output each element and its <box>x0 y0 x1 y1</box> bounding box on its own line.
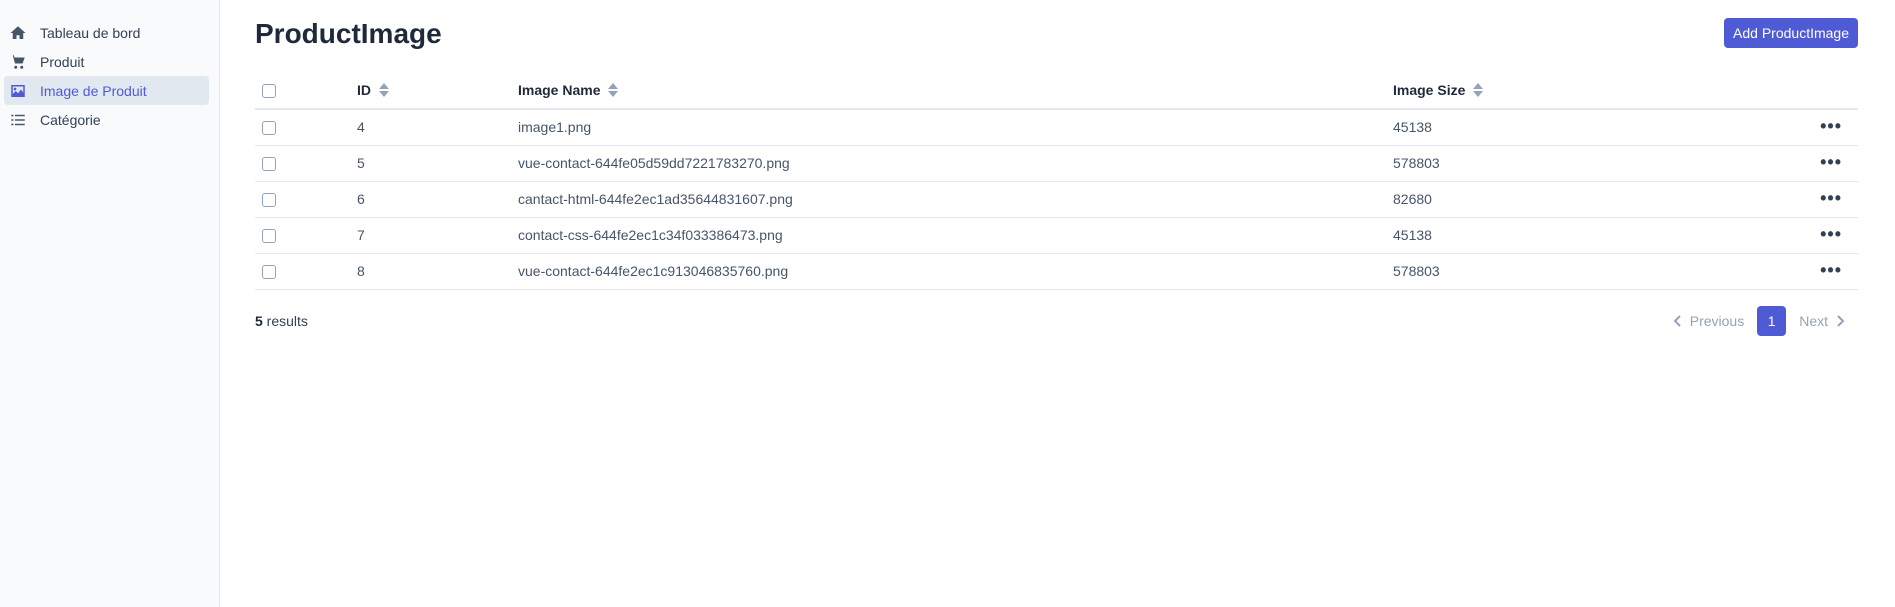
column-header-image-name: Image Name <box>518 81 601 98</box>
cell-id: 5 <box>357 155 365 171</box>
image-icon <box>8 81 28 101</box>
table-row: 8 vue-contact-644fe2ec1c913046835760.png… <box>255 253 1858 289</box>
sidebar-item-category[interactable]: Catégorie <box>4 105 209 134</box>
previous-label: Previous <box>1689 313 1745 329</box>
cell-image-size: 45138 <box>1393 227 1432 243</box>
column-header-image-size: Image Size <box>1393 81 1466 98</box>
row-checkbox[interactable] <box>262 157 276 172</box>
results-label: results <box>262 313 308 329</box>
more-actions-icon[interactable]: ••• <box>1820 117 1842 135</box>
more-actions-icon[interactable]: ••• <box>1820 153 1842 171</box>
sidebar-item-product[interactable]: Produit <box>4 47 209 76</box>
data-table: ID Image Name Image Size 4 image1.png 45… <box>255 71 1858 290</box>
cell-id: 8 <box>357 263 365 279</box>
cell-id: 6 <box>357 191 365 207</box>
chevron-right-icon <box>1837 315 1845 327</box>
more-actions-icon[interactable]: ••• <box>1820 189 1842 207</box>
row-checkbox[interactable] <box>262 193 276 208</box>
sidebar-item-dashboard[interactable]: Tableau de bord <box>4 18 209 47</box>
sidebar: Tableau de bord Produit Image de Produit… <box>0 0 220 607</box>
results-count: 5 results <box>255 313 308 329</box>
sort-icon[interactable] <box>379 82 389 97</box>
home-icon <box>8 23 28 43</box>
results-number: 5 <box>255 313 263 329</box>
cell-image-name: vue-contact-644fe05d59dd7221783270.png <box>518 155 790 171</box>
more-actions-icon[interactable]: ••• <box>1820 261 1842 279</box>
cell-id: 4 <box>357 119 365 136</box>
table-row: 7 contact-css-644fe2ec1c34f033386473.png… <box>255 217 1858 253</box>
sidebar-item-label: Image de Produit <box>40 82 147 99</box>
chevron-left-icon <box>1673 315 1681 327</box>
next-label: Next <box>1799 313 1828 329</box>
table-row: 6 cantact-html-644fe2ec1ad35644831607.pn… <box>255 181 1858 217</box>
cell-image-size: 82680 <box>1393 191 1432 207</box>
cell-id: 7 <box>357 227 365 243</box>
sort-icon[interactable] <box>1473 82 1484 97</box>
cell-image-name: cantact-html-644fe2ec1ad35644831607.png <box>518 191 793 207</box>
table-row: 4 image1.png 45138 ••• <box>255 109 1858 145</box>
table-row: 5 vue-contact-644fe05d59dd7221783270.png… <box>255 145 1858 181</box>
sort-icon[interactable] <box>608 82 619 97</box>
next-page-button[interactable]: Next <box>1799 313 1846 329</box>
page-number-button[interactable]: 1 <box>1757 306 1787 336</box>
add-productimage-button[interactable]: Add ProductImage <box>1724 18 1858 48</box>
cell-image-size: 578803 <box>1393 155 1440 171</box>
sidebar-item-label: Produit <box>40 53 85 70</box>
row-checkbox[interactable] <box>262 265 276 280</box>
pagination: Previous 1 Next <box>1672 306 1858 336</box>
sidebar-item-product-image[interactable]: Image de Produit <box>4 76 209 105</box>
more-actions-icon[interactable]: ••• <box>1820 225 1842 243</box>
cart-icon <box>8 52 28 72</box>
row-checkbox[interactable] <box>262 229 276 244</box>
cell-image-name: image1.png <box>518 119 592 136</box>
sidebar-item-label: Tableau de bord <box>40 24 141 41</box>
cell-image-name: vue-contact-644fe2ec1c913046835760.png <box>518 263 789 279</box>
cell-image-name: contact-css-644fe2ec1c34f033386473.png <box>518 227 783 243</box>
cell-image-size: 45138 <box>1393 119 1432 136</box>
select-all-checkbox[interactable] <box>262 83 276 98</box>
page-title: ProductImage <box>255 18 442 49</box>
previous-page-button[interactable]: Previous <box>1672 313 1744 329</box>
sidebar-item-label: Catégorie <box>40 111 101 128</box>
column-header-id: ID <box>357 81 371 98</box>
list-icon <box>8 110 28 130</box>
row-checkbox[interactable] <box>262 121 276 136</box>
table-header-row: ID Image Name Image Size <box>255 71 1858 109</box>
cell-image-size: 578803 <box>1393 263 1440 279</box>
